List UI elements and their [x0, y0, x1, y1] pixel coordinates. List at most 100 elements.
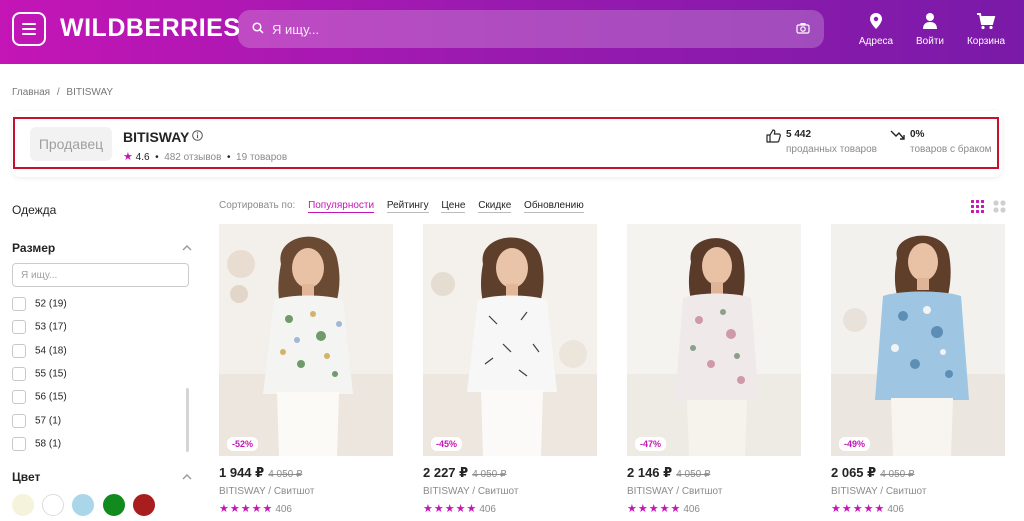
login-label: Войти — [916, 36, 944, 47]
checkbox[interactable] — [12, 344, 26, 358]
location-pin-icon — [870, 13, 882, 29]
chevron-up-icon[interactable] — [182, 473, 192, 480]
product-price: 2 065 ₽4 050 ₽ — [831, 465, 914, 481]
sort-price[interactable]: Цене — [441, 200, 466, 213]
seller-goods-count: 19 товаров — [236, 152, 288, 163]
model-photo-illustration — [627, 224, 801, 456]
product-rating: ★★★★★ 406 — [831, 502, 904, 515]
color-swatch[interactable] — [42, 494, 64, 516]
color-swatch[interactable] — [12, 494, 34, 516]
product-rating: ★★★★★ 406 — [219, 502, 292, 515]
seller-reviews[interactable]: 482 отзывов — [164, 152, 221, 163]
current-price: 1 944 ₽ — [219, 465, 265, 480]
product-brand[interactable]: BITISWAY / Свитшот — [831, 486, 926, 497]
star-icon: ★ — [123, 151, 133, 163]
sold-label: проданных товаров — [786, 144, 877, 155]
product-card[interactable]: -47% 2 146 ₽4 050 ₽ BITISWAY / Свитшот ★… — [627, 224, 801, 521]
discount-badge: -52% — [227, 437, 259, 451]
size-option[interactable]: 52 (19) — [12, 297, 67, 311]
chevron-up-icon[interactable] — [182, 244, 192, 251]
current-price: 2 146 ₽ — [627, 465, 673, 480]
current-price: 2 227 ₽ — [423, 465, 469, 480]
checkbox[interactable] — [12, 390, 26, 404]
addresses-button[interactable]: Адреса — [846, 12, 906, 47]
size-option[interactable]: 53 (17) — [12, 320, 67, 334]
review-count: 406 — [683, 504, 700, 515]
color-swatch[interactable] — [133, 494, 155, 516]
size-option[interactable]: 56 (15) — [12, 390, 67, 404]
menu-burger-button[interactable] — [12, 12, 46, 46]
defect-label: товаров с браком — [910, 144, 992, 155]
search-input[interactable] — [272, 19, 772, 39]
product-rating: ★★★★★ 406 — [627, 502, 700, 515]
review-count: 406 — [479, 504, 496, 515]
sold-count: 5 442 — [786, 129, 812, 140]
color-swatch[interactable] — [72, 494, 94, 516]
breadcrumb-home[interactable]: Главная — [12, 87, 50, 98]
size-list-scrollbar[interactable] — [186, 388, 189, 452]
size-search-input[interactable] — [21, 265, 181, 285]
sort-discount[interactable]: Скидке — [478, 200, 512, 213]
review-count: 406 — [887, 504, 904, 515]
product-photo[interactable]: -47% — [627, 224, 801, 456]
sort-update[interactable]: Обновлению — [524, 200, 584, 213]
sort-popularity[interactable]: Популярности — [308, 200, 375, 213]
product-card[interactable]: -45% 2 227 ₽4 050 ₽ BITISWAY / Свитшот ★… — [423, 224, 597, 521]
size-filter-title[interactable]: Размер — [12, 241, 55, 255]
addresses-label: Адреса — [858, 36, 894, 47]
product-rating: ★★★★★ 406 — [423, 502, 496, 515]
breadcrumb-separator: / — [56, 87, 60, 98]
product-brand[interactable]: BITISWAY / Свитшот — [627, 486, 722, 497]
size-option[interactable]: 55 (15) — [12, 367, 67, 381]
review-count: 406 — [275, 504, 292, 515]
sold-stat: 5 442 проданных товаров — [766, 129, 877, 155]
info-icon[interactable] — [192, 130, 203, 141]
model-photo-illustration — [423, 224, 597, 456]
search-bar[interactable] — [238, 10, 824, 48]
camera-icon[interactable] — [796, 22, 810, 34]
size-option[interactable]: 54 (18) — [12, 344, 67, 358]
old-price: 4 050 ₽ — [268, 469, 303, 480]
seller-name[interactable]: BITISWAY — [123, 129, 189, 145]
defect-pct: 0% — [910, 129, 925, 140]
trend-down-icon — [890, 130, 905, 140]
seller-rating: 4.6 — [135, 152, 150, 163]
checkbox[interactable] — [12, 297, 26, 311]
cart-button[interactable]: Корзина — [956, 12, 1016, 47]
cart-label: Корзина — [966, 36, 1006, 47]
checkbox[interactable] — [12, 437, 26, 451]
model-photo-illustration — [831, 224, 1005, 456]
current-price: 2 065 ₽ — [831, 465, 877, 480]
grid-small-view-icon[interactable] — [971, 200, 984, 213]
product-price: 2 227 ₽4 050 ₽ — [423, 465, 506, 481]
login-button[interactable]: Войти — [900, 12, 960, 47]
grid-large-view-icon[interactable] — [993, 200, 1006, 213]
stars-icon: ★★★★★ — [831, 503, 886, 515]
seller-meta: ★ 4.6 • 482 отзывов • 19 товаров — [123, 151, 288, 163]
discount-badge: -47% — [635, 437, 667, 451]
size-search-field[interactable] — [12, 263, 189, 287]
checkbox[interactable] — [12, 367, 26, 381]
sort-rating[interactable]: Рейтингу — [386, 200, 429, 213]
checkbox[interactable] — [12, 320, 26, 334]
breadcrumb: Главная / BITISWAY — [12, 87, 113, 98]
product-brand[interactable]: BITISWAY / Свитшот — [423, 486, 518, 497]
stars-icon: ★★★★★ — [627, 503, 682, 515]
old-price: 4 050 ₽ — [676, 469, 711, 480]
product-card[interactable]: -49% 2 065 ₽4 050 ₽ BITISWAY / Свитшот ★… — [831, 224, 1005, 521]
product-card[interactable]: -52% 1 944 ₽4 050 ₽ BITISWAY / Свитшот ★… — [219, 224, 393, 521]
search-icon — [252, 22, 264, 34]
logo[interactable]: WILDBERRIES — [60, 14, 241, 43]
size-option[interactable]: 58 (1) — [12, 437, 61, 451]
product-brand[interactable]: BITISWAY / Свитшот — [219, 486, 314, 497]
sidebar-category[interactable]: Одежда — [12, 203, 56, 217]
checkbox[interactable] — [12, 414, 26, 428]
color-swatch[interactable] — [103, 494, 125, 516]
size-option[interactable]: 57 (1) — [12, 414, 61, 428]
breadcrumb-current: BITISWAY — [66, 87, 114, 98]
product-photo[interactable]: -45% — [423, 224, 597, 456]
color-filter-title[interactable]: Цвет — [12, 470, 40, 484]
product-photo[interactable]: -49% — [831, 224, 1005, 456]
product-photo[interactable]: -52% — [219, 224, 393, 456]
defect-stat: 0% товаров с браком — [890, 129, 992, 155]
